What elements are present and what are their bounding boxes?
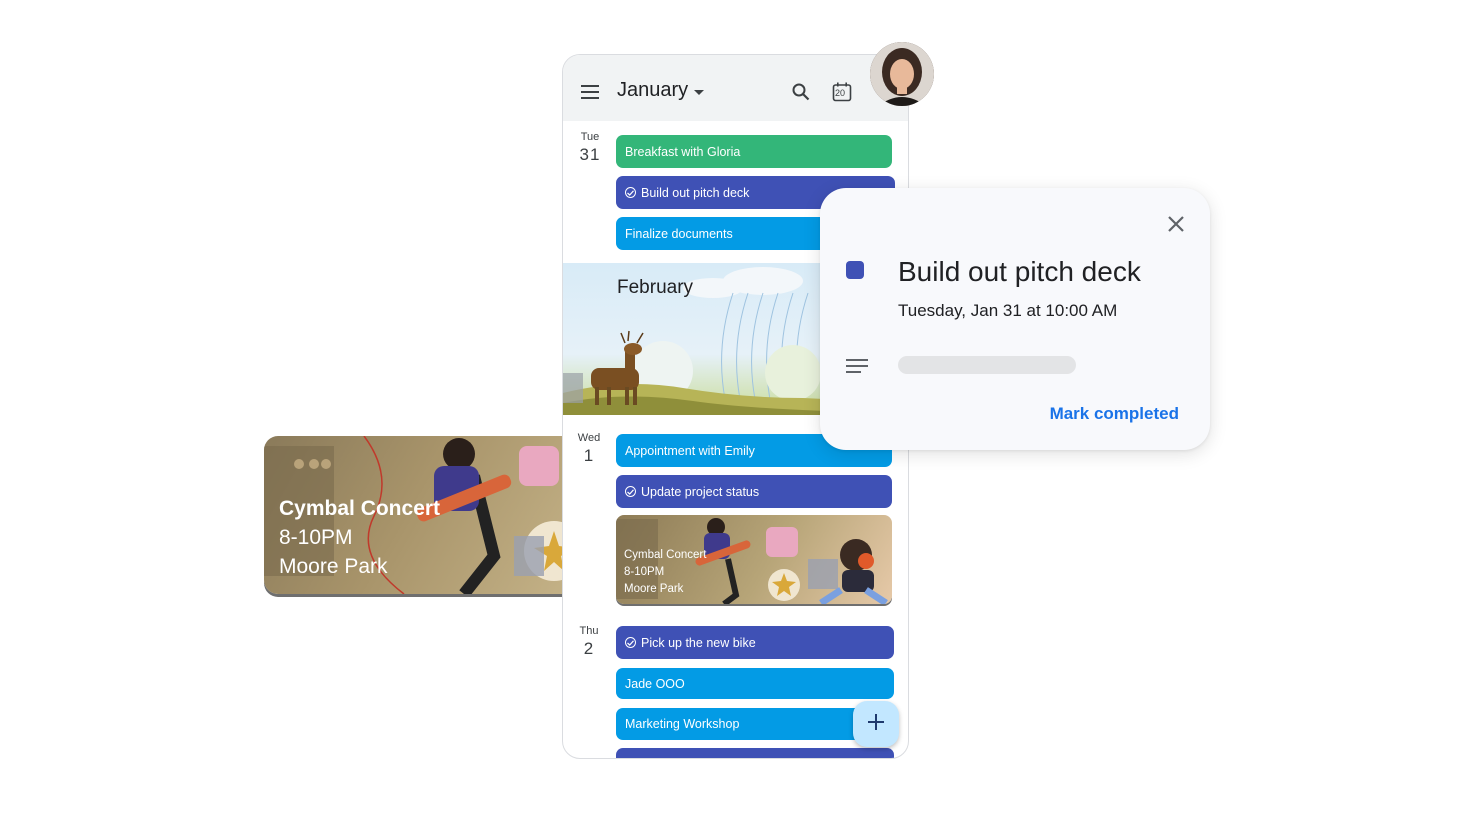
day-label-thu-2[interactable]: Thu 2 [571,625,607,659]
event-label: Jade OOO [625,676,685,691]
concert-mini-time: 8-10PM [624,566,665,578]
task-check-icon [625,637,636,648]
concert-card-text: Cymbal Concert 8-10PM Moore Park [279,494,440,581]
close-icon[interactable] [1164,212,1188,236]
day-of-week: Thu [579,625,599,637]
today-badge: 20 [835,88,846,98]
plus-icon [868,713,884,735]
concert-mini-text: Cymbal Concert 8-10PM Moore Park [624,547,706,598]
task-update-project-status[interactable]: Update project status [616,475,892,508]
day-of-week: Tue [580,131,600,143]
detail-datetime: Tuesday, Jan 31 at 10:00 AM [898,301,1118,320]
day-label-wed-1[interactable]: Wed 1 [571,432,607,466]
menu-icon[interactable] [576,78,604,106]
detail-title: Build out pitch deck [898,256,1141,287]
event-cymbal-concert[interactable]: Cymbal Concert 8-10PM Moore Park [616,515,892,604]
today-calendar-icon[interactable]: 20 [828,78,856,106]
event-label: Marketing Workshop [625,717,740,731]
concert-mini-title: Cymbal Concert [624,549,707,561]
create-event-button[interactable] [853,701,899,747]
task-check-icon [625,486,636,497]
month-banner-title: February [617,277,694,298]
description-icon [846,359,868,378]
search-icon[interactable] [787,78,815,106]
event-label: Pick up the new bike [641,635,756,650]
day-number: 2 [583,639,595,658]
event-color-swatch [846,261,864,279]
event-jade-ooo[interactable]: Jade OOO [616,668,894,699]
concert-title: Cymbal Concert [279,497,441,520]
event-breakfast-with-gloria[interactable]: Breakfast with Gloria [616,135,892,168]
day-number: 1 [583,446,595,465]
event-label: Finalize documents [625,226,733,241]
concert-event-card[interactable]: Cymbal Concert 8-10PM Moore Park [264,436,584,594]
event-partial-next[interactable] [616,748,894,758]
concert-time: 8-10PM [279,526,353,549]
day-of-week: Wed [577,432,601,444]
day-label-tue-31[interactable]: Tue 31 [572,131,608,165]
dropdown-arrow-icon [694,79,705,102]
concert-mini-location: Moore Park [624,583,684,595]
app-bar: January 20 [563,55,908,121]
event-label: Appointment with Emily [625,443,755,458]
task-check-icon [625,187,636,198]
description-placeholder [898,356,1076,374]
task-pick-up-the-new-bike[interactable]: Pick up the new bike [616,626,894,659]
event-detail-popup: Build out pitch deck Tuesday, Jan 31 at … [820,188,1210,450]
month-selector[interactable]: January [617,79,705,102]
event-label: Build out pitch deck [641,185,750,200]
day-number: 31 [579,145,601,164]
concert-location: Moore Park [279,555,388,578]
avatar[interactable] [870,42,934,106]
event-label: Breakfast with Gloria [625,144,741,159]
mark-completed-button[interactable]: Mark completed [1050,404,1179,424]
event-label: Update project status [641,484,760,499]
month-label: January [617,79,689,101]
event-marketing-workshop[interactable]: Marketing Workshop [616,708,892,740]
